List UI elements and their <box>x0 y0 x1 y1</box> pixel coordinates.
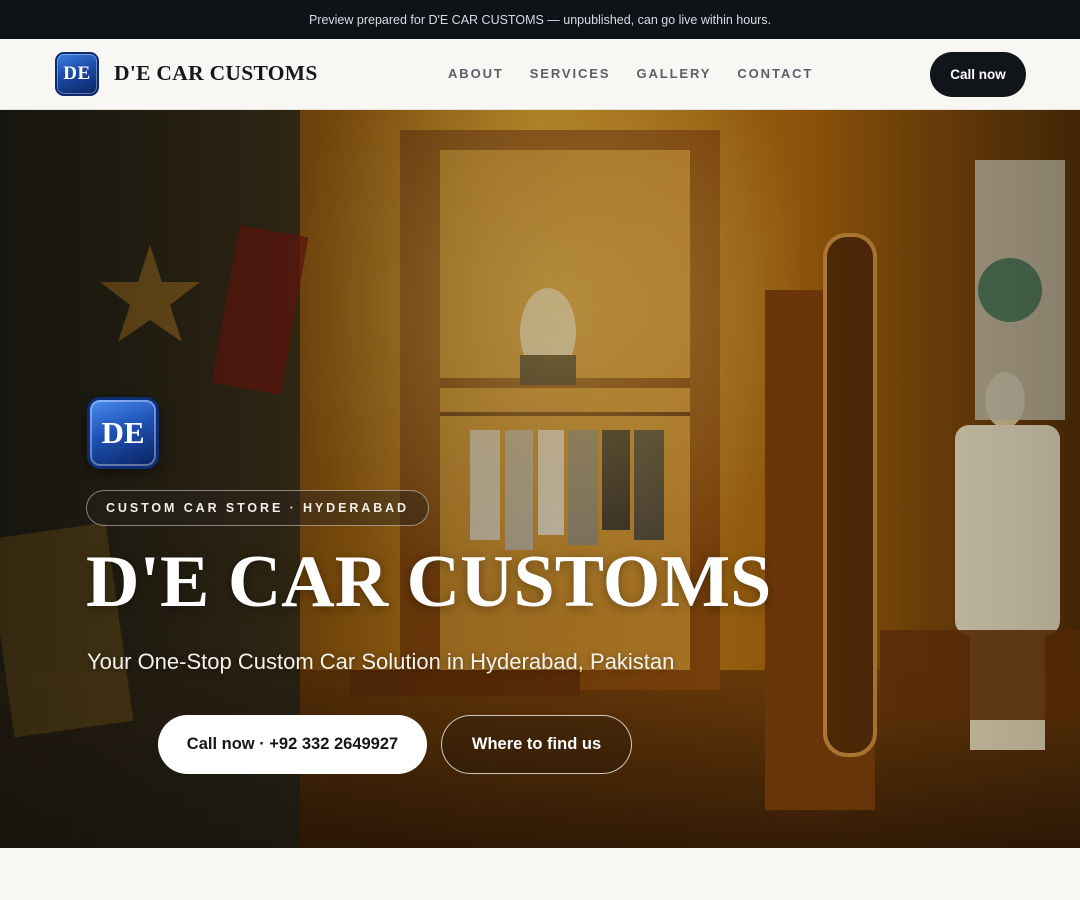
hero-subtitle: Your One-Stop Custom Car Solution in Hyd… <box>87 649 675 674</box>
next-section <box>0 848 1080 900</box>
brand-name[interactable]: D'E CAR CUSTOMS <box>114 61 318 86</box>
call-now-phone-button[interactable]: Call now · +92 332 2649927 <box>158 715 427 774</box>
hero-logo-text: DE <box>101 415 145 450</box>
hero-logo-icon: DE <box>87 397 159 469</box>
hero-title: D'E CAR CUSTOMS <box>86 541 772 623</box>
logo-badge-text: DE <box>63 63 91 84</box>
preview-banner: Preview prepared for D'E CAR CUSTOMS — u… <box>0 0 1080 39</box>
top-navigation: DE D'E CAR CUSTOMS ABOUT SERVICES GALLER… <box>0 39 1080 110</box>
nav-link-contact[interactable]: CONTACT <box>737 66 813 81</box>
nav-call-now-button[interactable]: Call now <box>930 52 1026 97</box>
nav-link-gallery[interactable]: GALLERY <box>636 66 711 81</box>
nav-links: ABOUT SERVICES GALLERY CONTACT <box>448 66 839 81</box>
store-category-badge: CUSTOM CAR STORE · HYDERABAD <box>86 490 429 526</box>
where-to-find-us-button[interactable]: Where to find us <box>441 715 632 774</box>
nav-link-services[interactable]: SERVICES <box>530 66 611 81</box>
nav-link-about[interactable]: ABOUT <box>448 66 504 81</box>
hero-section: DE CUSTOM CAR STORE · HYDERABAD D'E CAR … <box>0 110 1080 848</box>
logo-icon[interactable]: DE <box>55 52 99 96</box>
preview-banner-text: Preview prepared for D'E CAR CUSTOMS — u… <box>308 12 772 27</box>
store-category-text: CUSTOM CAR STORE · HYDERABAD <box>106 501 409 515</box>
